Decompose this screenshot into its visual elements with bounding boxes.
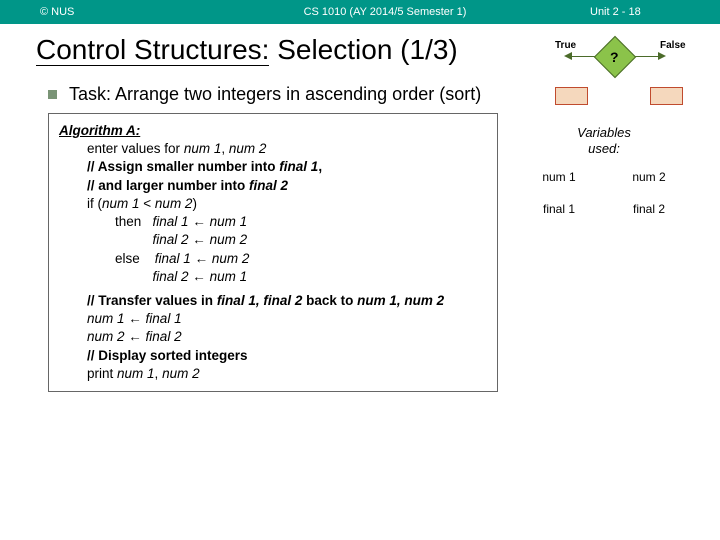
arrow-head-left-icon <box>564 52 572 60</box>
var-final2: final 2 <box>604 202 694 216</box>
header-course: CS 1010 (AY 2014/5 Semester 1) <box>180 6 590 18</box>
algo-line-9: // Transfer values in final 1, final 2 b… <box>59 292 487 310</box>
title-prefix: Control Structures: <box>36 34 269 66</box>
arrow-head-right-icon <box>658 52 666 60</box>
var-num2: num 2 <box>604 170 694 184</box>
algo-line-6: final 2 ← num 2 <box>59 231 487 249</box>
algo-line-7: else final 1 ← num 2 <box>59 250 487 268</box>
decision-diagram: True False ? <box>550 42 690 82</box>
algo-line-1: enter values for num 1, num 2 <box>59 140 487 158</box>
slide-header: © NUS CS 1010 (AY 2014/5 Semester 1) Uni… <box>0 0 720 24</box>
algo-line-4: if (num 1 < num 2) <box>59 195 487 213</box>
algo-line-12: // Display sorted integers <box>59 347 487 365</box>
algo-line-8: final 2 ← num 1 <box>59 268 487 286</box>
task-text: Task: Arrange two integers in ascending … <box>69 84 481 105</box>
variables-panel: Variablesused: num 1 num 2 final 1 final… <box>514 113 694 392</box>
bullet-icon <box>48 90 57 99</box>
question-mark: ? <box>610 49 619 65</box>
false-box-icon <box>650 87 683 105</box>
true-label: True <box>555 40 576 51</box>
var-num1: num 1 <box>514 170 604 184</box>
algorithm-box: Algorithm A: enter values for num 1, num… <box>48 113 498 392</box>
header-page: Unit 2 - 18 <box>590 6 720 18</box>
true-box-icon <box>555 87 588 105</box>
title-suffix: Selection (1/3) <box>269 34 457 65</box>
algo-line-5: then final 1 ← num 1 <box>59 213 487 231</box>
algo-line-11: num 2 ← final 2 <box>59 328 487 346</box>
algo-title: Algorithm A: <box>59 122 487 140</box>
algo-line-13: print num 1, num 2 <box>59 365 487 383</box>
header-copyright: © NUS <box>0 6 180 18</box>
false-label: False <box>660 40 686 51</box>
algo-line-3: // and larger number into final 2 <box>59 177 487 195</box>
var-final1: final 1 <box>514 202 604 216</box>
variables-title: Variablesused: <box>514 125 694 156</box>
algo-line-2: // Assign smaller number into final 1, <box>59 158 487 176</box>
algo-line-10: num 1 ← final 1 <box>59 310 487 328</box>
